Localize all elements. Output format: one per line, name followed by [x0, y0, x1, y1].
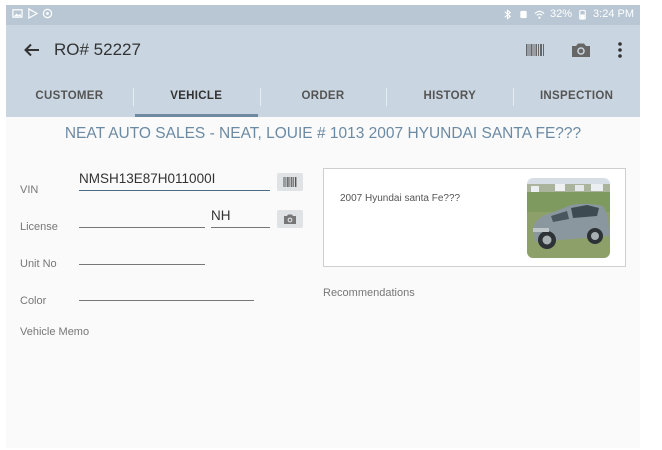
scan-vin-button[interactable] [277, 173, 303, 191]
status-right-icons: 32% 3:24 PM [502, 8, 634, 20]
vehicle-card[interactable]: 2007 Hyundai santa Fe??? [323, 168, 626, 267]
vin-label: VIN [20, 184, 39, 196]
status-time: 3:24 PM [593, 8, 634, 20]
vehicle-photo[interactable] [527, 178, 610, 258]
app-toolbar: RO# 52227 [6, 25, 640, 75]
license-camera-button[interactable] [277, 210, 303, 228]
app-screen: 32% 3:24 PM RO# 52227 CUSTOMER VEHICLE O… [6, 5, 640, 448]
gallery-notification-icon [12, 9, 23, 18]
tab-bar: CUSTOMER VEHICLE ORDER HISTORY INSPECTIO… [6, 75, 640, 117]
license-field[interactable] [79, 208, 205, 228]
license-label: License [20, 221, 58, 233]
status-bar: 32% 3:24 PM [6, 5, 640, 25]
camera-icon [284, 214, 296, 224]
battery-percent: 32% [550, 8, 573, 20]
tab-customer[interactable]: CUSTOMER [6, 75, 133, 117]
camera-icon[interactable] [569, 38, 593, 62]
play-store-notification-icon [28, 8, 38, 19]
tab-vehicle[interactable]: VEHICLE [132, 75, 260, 117]
vehicle-photo-image [527, 178, 610, 258]
recommendations-label[interactable]: Recommendations [323, 287, 415, 299]
barcode-icon[interactable] [523, 38, 547, 62]
tab-order[interactable]: ORDER [259, 75, 387, 117]
back-arrow-icon[interactable] [20, 38, 44, 62]
battery-icon [579, 9, 586, 20]
bluetooth-icon [504, 8, 512, 20]
more-vert-icon[interactable] [608, 38, 632, 62]
vehicle-heading: NEAT AUTO SALES - NEAT, LOUIE # 1013 200… [64, 125, 582, 142]
tab-history[interactable]: HISTORY [386, 75, 513, 117]
vin-field[interactable]: NMSH13E87H011000I [79, 171, 270, 191]
barcode-icon [283, 177, 297, 187]
sync-notification-icon [42, 8, 53, 19]
status-left-icons [12, 8, 53, 19]
color-field[interactable] [79, 281, 254, 301]
tab-inspection[interactable]: INSPECTION [513, 75, 640, 117]
page-title: RO# 52227 [54, 40, 141, 59]
vehicle-memo-label[interactable]: Vehicle Memo [20, 326, 89, 338]
state-field[interactable]: NH [211, 208, 270, 228]
color-label: Color [20, 295, 47, 307]
silent-icon [520, 10, 527, 18]
unit-no-field[interactable] [79, 245, 205, 265]
unit-no-label: Unit No [20, 258, 57, 270]
vehicle-description: 2007 Hyundai santa Fe??? [340, 193, 461, 204]
wifi-icon [534, 10, 545, 19]
